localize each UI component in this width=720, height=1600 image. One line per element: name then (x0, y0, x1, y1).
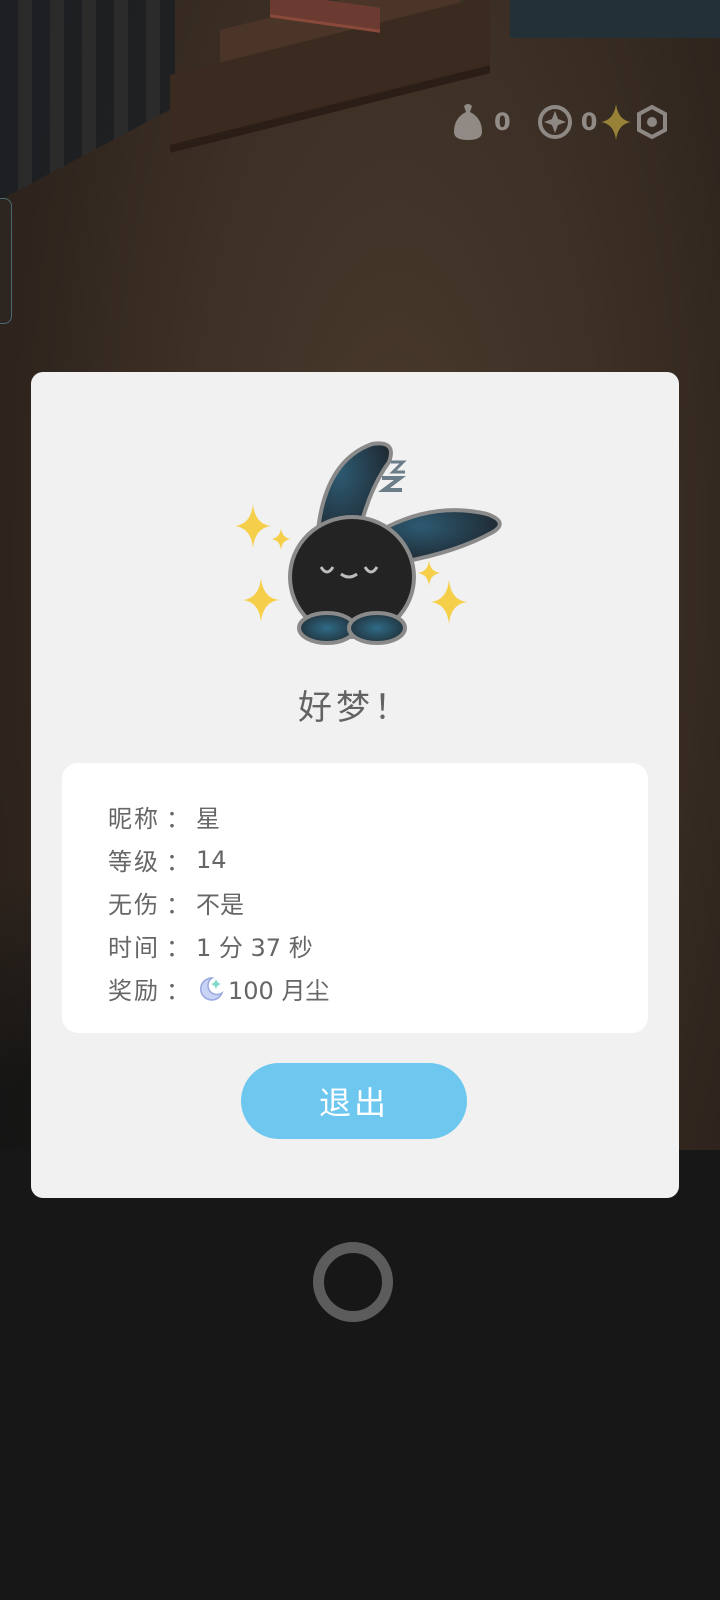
info-row-level: 等级 ： 14 (108, 838, 329, 881)
moon-dust-icon (196, 975, 224, 1003)
compass-counter[interactable]: 0 (537, 102, 670, 142)
compass-count: 0 (580, 108, 598, 136)
info-row-no-damage: 无伤 ： 不是 (108, 881, 329, 924)
railing (0, 0, 175, 200)
exit-button[interactable]: 退出 (241, 1063, 467, 1139)
bag-counter[interactable]: 0 (450, 102, 511, 142)
hud-bar: 0 0 (450, 100, 700, 144)
info-row-nickname: 昵称 ： 星 (108, 795, 329, 838)
info-separator: ： (166, 891, 190, 919)
info-label: 无伤 (108, 891, 160, 919)
hexagon-icon (635, 104, 669, 140)
info-row-time: 时间 ： 1 分 37 秒 (108, 924, 329, 967)
info-value: 100 月尘 (228, 977, 330, 1005)
info-label: 时间 (108, 934, 160, 962)
info-label: 等级 (108, 848, 160, 876)
result-dialog: 好梦！ 昵称 ： 星 等级 ： 14 无伤 ： 不是 时间 ： 1 分 37 秒 (31, 372, 679, 1198)
info-label: 奖励 (108, 977, 160, 1005)
sleeping-bunny-illustration (197, 432, 517, 662)
dialog-title: 好梦！ (298, 688, 412, 728)
info-value: 星 (196, 805, 220, 833)
compass-icon (537, 104, 573, 140)
bag-count: 0 (494, 108, 511, 136)
info-value: 14 (196, 845, 227, 874)
info-separator: ： (166, 848, 190, 876)
result-info-card: 昵称 ： 星 等级 ： 14 无伤 ： 不是 时间 ： 1 分 37 秒 奖励 (62, 763, 648, 1033)
water-area (510, 0, 720, 38)
info-label: 昵称 (108, 805, 160, 833)
info-separator: ： (166, 934, 190, 962)
side-panel-tab[interactable] (0, 198, 12, 324)
info-value: 1 分 37 秒 (196, 934, 313, 962)
info-row-reward: 奖励 ： 100 月尘 (108, 967, 329, 1010)
result-info-list: 昵称 ： 星 等级 ： 14 无伤 ： 不是 时间 ： 1 分 37 秒 奖励 (108, 795, 329, 1010)
home-ring-button[interactable] (313, 1242, 393, 1322)
info-value: 不是 (196, 891, 244, 919)
info-separator: ： (166, 805, 190, 833)
sparkle-icon (599, 102, 633, 142)
dark-floor (0, 1150, 720, 1600)
bag-icon (450, 102, 486, 142)
info-separator: ： (166, 977, 190, 1005)
